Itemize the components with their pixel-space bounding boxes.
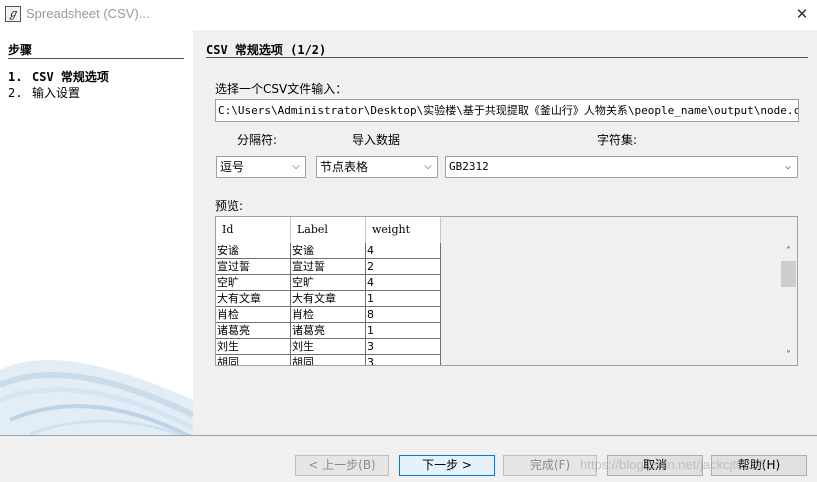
chevron-down-icon: ⌵ — [784, 161, 792, 172]
steps-sidebar: 步骤 1. CSV 常规选项 2. 输入设置 — [0, 30, 193, 435]
panel-divider — [206, 57, 808, 58]
decorative-swoosh-graphic — [0, 360, 193, 435]
step-item-input-settings: 2. 输入设置 — [8, 84, 80, 101]
import-data-select[interactable]: 节点表格 ⌵ — [316, 156, 438, 178]
steps-divider — [8, 58, 184, 59]
cell-label: 诸葛亮 — [291, 323, 366, 339]
step-label: CSV 常规选项 — [32, 70, 109, 84]
steps-heading: 步骤 — [8, 43, 33, 57]
panel-heading: CSV 常规选项 (1/2) — [206, 43, 327, 57]
charset-select[interactable]: GB2312 ⌵ — [445, 156, 798, 178]
step-label: 输入设置 — [32, 86, 81, 100]
cell-weight: 3 — [366, 339, 441, 355]
cell-id: 肖检 — [216, 307, 291, 323]
cell-id: 空旷 — [216, 275, 291, 291]
table-row: 肖检 肖检 8 — [216, 307, 441, 323]
cell-label: 空旷 — [291, 275, 366, 291]
cell-label: 安谧 — [291, 243, 366, 259]
table-row: 诸葛亮 诸葛亮 1 — [216, 323, 441, 339]
preview-table: Id Label weight 安谧 安谧 4 宣过誓 宣过誓 2 空旷 空旷 … — [215, 216, 798, 366]
preview-label: 预览: — [215, 199, 244, 213]
preview-vertical-scrollbar[interactable]: ˄ ˅ — [780, 243, 797, 365]
watermark-text: https://blog.csdn.net/jackcjt0256 — [580, 457, 766, 472]
cell-weight: 3 — [366, 355, 441, 365]
column-header-label: Label — [291, 217, 366, 243]
scroll-up-icon[interactable]: ˄ — [780, 243, 797, 260]
charset-label: 字符集: — [597, 133, 638, 147]
cell-label: 大有文章 — [291, 291, 366, 307]
cell-weight: 1 — [366, 323, 441, 339]
scrollbar-thumb[interactable] — [781, 261, 796, 287]
table-row: 胡同 胡同 3 — [216, 355, 441, 365]
preview-header: Id Label weight — [216, 217, 441, 243]
cell-label: 肖检 — [291, 307, 366, 323]
cell-label: 刘生 — [291, 339, 366, 355]
main-panel: CSV 常规选项 (1/2) 选择一个CSV文件输入： C:\Users\Adm… — [193, 30, 817, 435]
csv-file-path-field[interactable]: C:\Users\Administrator\Desktop\实验楼\基于共现提… — [215, 99, 799, 122]
cell-label: 胡同 — [291, 355, 366, 365]
table-row: 大有文章 大有文章 1 — [216, 291, 441, 307]
table-row: 安谧 安谧 4 — [216, 243, 441, 259]
table-row: 刘生 刘生 3 — [216, 339, 441, 355]
file-input-label: 选择一个CSV文件输入： — [215, 82, 348, 96]
chevron-down-icon: ⌵ — [424, 161, 432, 172]
column-header-id: Id — [216, 217, 291, 243]
step-number: 1. — [8, 70, 23, 84]
table-row: 空旷 空旷 4 — [216, 275, 441, 291]
cell-id: 胡同 — [216, 355, 291, 365]
next-button[interactable]: 下一步 > — [399, 455, 495, 476]
cell-id: 诸葛亮 — [216, 323, 291, 339]
scroll-down-icon[interactable]: ˅ — [780, 347, 797, 364]
title-bar: ℊ Spreadsheet (CSV)... ✕ — [0, 0, 817, 30]
preview-rows: 安谧 安谧 4 宣过誓 宣过誓 2 空旷 空旷 4 大有文章 大有文章 1 肖检 — [216, 243, 441, 365]
cell-weight: 2 — [366, 259, 441, 275]
cell-id: 宣过誓 — [216, 259, 291, 275]
import-data-value: 节点表格 — [320, 160, 369, 174]
spreadsheet-app-icon: ℊ — [5, 6, 21, 22]
table-row: 宣过誓 宣过誓 2 — [216, 259, 441, 275]
close-button[interactable]: ✕ — [788, 2, 816, 26]
back-button[interactable]: < 上一步(B) — [295, 455, 389, 476]
import-data-label: 导入数据 — [352, 133, 401, 147]
cell-id: 大有文章 — [216, 291, 291, 307]
charset-value: GB2312 — [449, 160, 489, 173]
cell-weight: 8 — [366, 307, 441, 323]
chevron-down-icon: ⌵ — [292, 161, 300, 172]
cell-label: 宣过誓 — [291, 259, 366, 275]
cell-weight: 4 — [366, 275, 441, 291]
separator-value: 逗号 — [220, 160, 245, 174]
wizard-footer: < 上一步(B) 下一步 > 完成(F) 取消 帮助(H) https://bl… — [0, 435, 817, 482]
separator-label: 分隔符: — [237, 133, 278, 147]
step-number: 2. — [8, 86, 23, 100]
cell-id: 刘生 — [216, 339, 291, 355]
step-item-csv-options: 1. CSV 常规选项 — [8, 68, 109, 85]
cell-weight: 4 — [366, 243, 441, 259]
column-header-weight: weight — [366, 217, 441, 243]
separator-select[interactable]: 逗号 ⌵ — [216, 156, 306, 178]
window-title: Spreadsheet (CSV)... — [26, 6, 150, 21]
cell-id: 安谧 — [216, 243, 291, 259]
cell-weight: 1 — [366, 291, 441, 307]
